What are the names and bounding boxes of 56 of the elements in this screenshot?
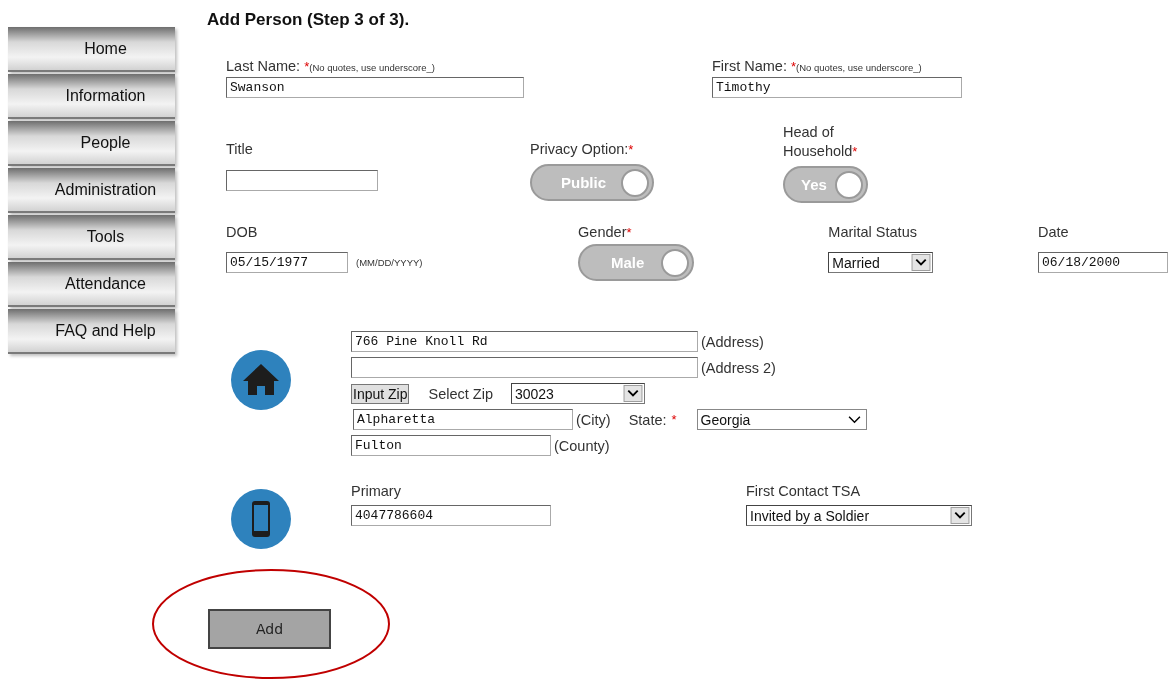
add-button[interactable]: Add [208,609,331,649]
text-field[interactable]: 766 Pine Knoll Rd [351,331,698,352]
nav-item[interactable]: Administration [8,168,175,213]
field-label: DOB [226,223,258,241]
caret-icon [622,385,643,402]
text-field[interactable]: Timothy [712,77,962,98]
field-label: First Contact TSA [746,482,861,500]
dropdown[interactable]: 30023 [510,383,645,404]
field-label: First Name: [712,58,787,74]
phone-icon [231,489,291,549]
text-field[interactable]: Alpharetta [353,409,573,430]
caret-icon [847,415,861,424]
nav-item[interactable]: Home [8,27,175,72]
dropdown[interactable]: Georgia [696,409,867,430]
caret-icon [950,507,970,524]
nav-item[interactable]: Information [8,74,175,119]
field-label: Date [1038,223,1069,241]
field-label: Select Zip [428,385,493,402]
dropdown[interactable]: Married [828,252,934,273]
nav-item[interactable]: People [8,121,175,166]
date-field[interactable]: 05/15/1977 [226,252,348,273]
field-label: Last Name: [226,58,301,74]
text-field[interactable]: Swanson [226,77,524,98]
date-field[interactable]: 06/18/2000 [1038,252,1168,273]
required-mark: * [852,144,858,159]
required-mark: * [628,142,634,157]
page-title: Add Person (Step 3 of 3). [207,10,411,30]
required-mark: * [304,59,310,74]
field-hint: (MM/DD/YYYY) [356,257,423,268]
field-label: State: [628,411,667,428]
field-hint: (No quotes, use underscore_) [796,62,922,73]
field-label: Head of Household [783,124,853,159]
field-label: (Address 2) [701,359,776,376]
home-icon [231,350,291,410]
field-label: (City) [576,411,611,428]
required-mark: * [790,59,796,74]
field-label: Marital Status [828,223,917,241]
field-label: Primary [351,482,401,500]
nav-item[interactable]: Attendance [8,262,175,307]
text-field[interactable]: Fulton [351,435,551,456]
field-label: Title [226,140,253,158]
field-label: Gender [578,224,627,240]
required-mark: * [671,412,677,427]
text-field[interactable] [351,357,698,378]
field-label: (Address) [701,333,764,350]
caret-icon [911,254,932,271]
text-field[interactable]: 4047786604 [351,505,551,526]
nav-item[interactable]: Tools [8,215,175,260]
dropdown[interactable]: Invited by a Soldier [746,505,972,526]
field-hint: (No quotes, use underscore_) [309,62,435,73]
field-label: Privacy Option: [530,141,629,157]
text-field[interactable] [226,170,378,191]
input-zip-button[interactable]: Input Zip [351,383,410,404]
nav-item[interactable]: FAQ and Help [8,309,175,354]
required-mark: * [626,225,632,240]
field-label: (County) [554,437,610,454]
